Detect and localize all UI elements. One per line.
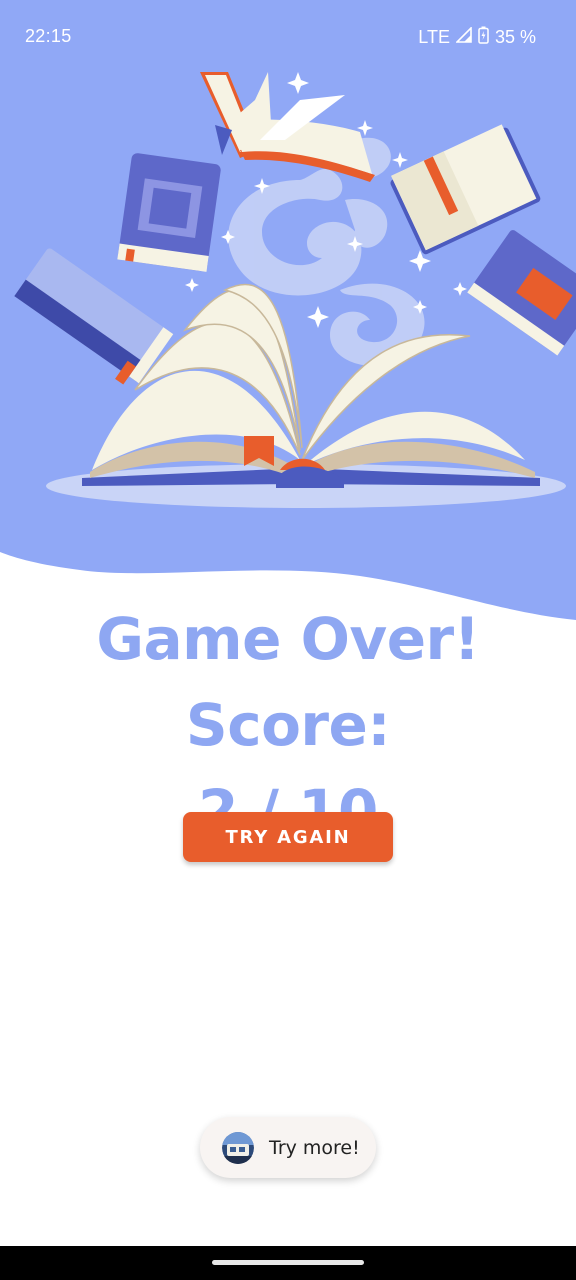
app-thumbnail-icon <box>222 1131 254 1164</box>
network-type: LTE <box>418 27 450 47</box>
home-gesture-handle[interactable] <box>212 1260 364 1265</box>
signal-icon <box>455 26 472 48</box>
battery-charging-icon <box>478 26 489 49</box>
status-time: 22:15 <box>25 26 72 46</box>
game-over-title: Game Over! Score: <box>96 605 480 759</box>
try-again-button[interactable]: TRY AGAIN <box>183 812 393 862</box>
status-indicators: LTE 35 % <box>418 26 536 49</box>
navigation-bar <box>0 1246 576 1280</box>
status-bar: 22:15 LTE 35 % <box>0 0 576 72</box>
battery-level: 35 % <box>494 27 536 47</box>
hero-illustration <box>0 0 576 640</box>
toast-message: Try more! <box>200 1117 376 1178</box>
toast-text: Try more! <box>269 1136 360 1159</box>
